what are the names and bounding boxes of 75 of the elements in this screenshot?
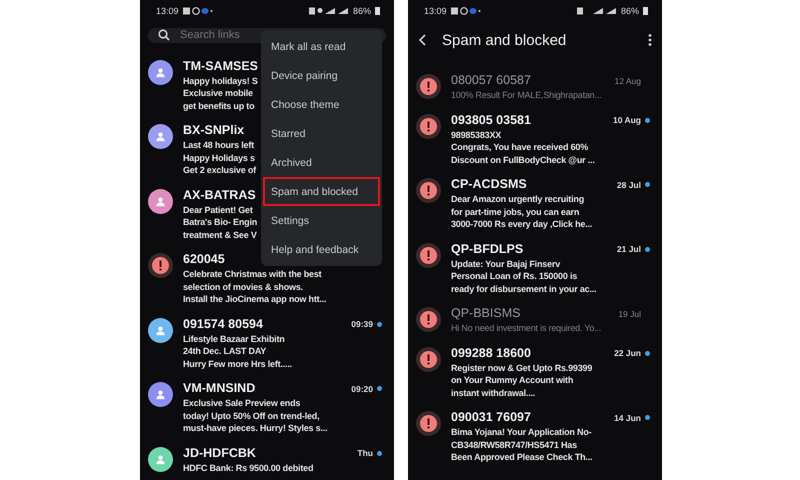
signal-icons — [576, 7, 617, 15]
message-time: 09:20 — [351, 384, 373, 394]
exclamation-icon — [420, 311, 437, 328]
sender-name: 093805 03581 — [451, 112, 531, 128]
signal-icons — [308, 7, 349, 15]
menu-item[interactable]: Spam and blocked — [263, 177, 380, 206]
sender-name: TM-SAMSES — [183, 58, 258, 74]
message-time: Thu — [357, 448, 373, 458]
message-time: 21 Jul — [616, 244, 641, 254]
sender-name: BX-SNPlix — [183, 122, 244, 139]
battery-icon — [643, 7, 648, 15]
unread-dot — [645, 246, 650, 252]
message-preview: Bima Yojana! Your Application No- CB348/RW58R747/HS5471 Has Been Approved Please Check Th... — [451, 426, 592, 464]
menu-item[interactable]: Device pairing — [263, 61, 380, 90]
exclamation-icon — [420, 246, 437, 264]
message-preview: Dear Patient! Get Batra's Bio- Engin treatment & See V — [183, 204, 258, 241]
message-preview: Lifestyle Bazaar Exhibitn 24th Dec. LAST DAY Hurry Few more Hrs left..... — [183, 332, 292, 370]
exclamation-icon — [420, 182, 437, 199]
message-time: 09:39 — [351, 319, 373, 329]
message-preview: Register now & Get Upto Rs.99399 on Your Rummy Account with instant withdrawal.... — [451, 362, 592, 399]
notification-icons — [182, 7, 213, 15]
unread-dot — [645, 118, 650, 122]
message-preview: 100% Result For MALE,Shighrapatan... — [451, 89, 602, 102]
unread-dot — [377, 450, 382, 456]
menu-item[interactable]: Choose theme — [263, 90, 380, 119]
exclamation-icon — [420, 350, 437, 368]
sender-name: 090031 76097 — [451, 409, 531, 426]
message-time: 14 Jun — [614, 412, 641, 422]
exclamation-icon — [152, 257, 169, 274]
message-preview: 98985383XX Congrats, You have received 60% Discount on FullBodyCheck @ur ... — [451, 128, 595, 166]
sender-name: VM-MNSIND — [183, 380, 256, 397]
battery-level: 86% — [620, 6, 639, 16]
back-button[interactable] — [418, 34, 428, 46]
message-time: 19 Jul — [618, 308, 641, 318]
message-preview: Celebrate Christmas with the best selection of movies & shows. Install the JioCinema app now htt... — [183, 268, 326, 306]
sender-name: 080057 60587 — [451, 72, 531, 89]
exclamation-icon — [420, 118, 437, 134]
search-icon — [158, 29, 170, 42]
message-time: 12 Aug — [614, 76, 641, 86]
message-preview: Hi No need investment is required. Yo... — [451, 322, 602, 334]
battery-icon — [375, 7, 380, 15]
message-time: 22 Jun — [614, 348, 641, 358]
menu-item[interactable]: Starred — [263, 119, 380, 148]
sender-name: 091574 80594 — [183, 316, 263, 332]
message-time: 28 Jul — [616, 180, 641, 190]
exclamation-icon — [420, 415, 437, 432]
message-preview: Last 48 hours left Happy Holidays s Get 2 exclusive of — [183, 139, 256, 176]
menu-item[interactable]: Help and feedback — [263, 235, 380, 264]
sender-name: JD-HDFCBK — [183, 444, 256, 462]
notification-icons — [450, 7, 481, 15]
sender-name: 099288 18600 — [451, 344, 531, 362]
unread-dot — [377, 386, 382, 391]
sender-name: CP-ACDSMS — [451, 176, 527, 193]
sender-name: AX-BATRAS — [183, 186, 256, 204]
message-preview: HDFC Bank: Rs 9500.00 debited — [183, 462, 314, 474]
unread-dot — [377, 322, 382, 326]
message-preview: Update: Your Bajaj Finserv Personal Loan of Rs. 150000 is ready for disbursement in your ac... — [451, 258, 596, 295]
menu-item[interactable]: Archived — [263, 148, 380, 177]
unread-dot — [645, 415, 650, 420]
message-preview: Exclusive Sale Preview ends today! Upto 50% Off on trend-led, must-have pieces. Hurry! Styles s... — [183, 397, 328, 434]
status-time: 13:09 — [424, 6, 447, 16]
sender-name: QP-BFDLPS — [451, 240, 524, 258]
sender-name: QP-BBISMS — [451, 305, 520, 322]
more-options-icon[interactable] — [648, 34, 652, 46]
menu-item[interactable]: Settings — [263, 206, 380, 235]
message-time: 10 Aug — [612, 115, 641, 125]
sender-name: 620045 — [183, 251, 225, 268]
status-time: 13:09 — [156, 6, 179, 16]
unread-dot — [645, 350, 650, 356]
battery-level: 86% — [352, 6, 371, 16]
exclamation-icon — [420, 78, 437, 95]
message-preview: Happy holidays! S Exclusive mobile get benefits up to — [183, 74, 258, 112]
unread-dot — [645, 182, 650, 187]
screen-title: Spam and blocked — [442, 32, 568, 48]
message-preview: Dear Amazon urgently recruiting for part-time jobs, you can earn 3000-7000 Rs every day ,Click he... — [451, 193, 592, 230]
